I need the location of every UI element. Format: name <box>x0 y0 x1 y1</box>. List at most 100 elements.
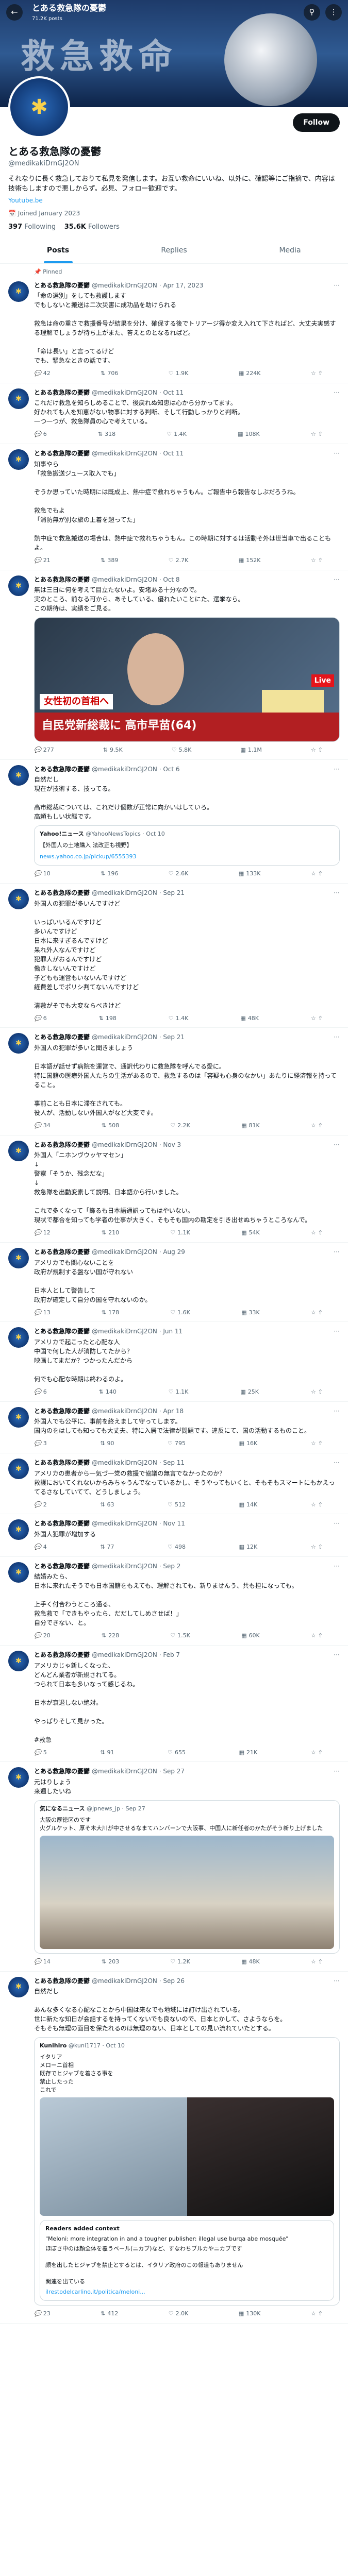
like-button[interactable]: ♡ 1.9K <box>169 369 189 378</box>
tweet-more-icon[interactable]: ··· <box>334 1562 340 1571</box>
repost-button[interactable]: ⇅ 228 <box>102 1632 119 1640</box>
share-icon[interactable]: ⇧ <box>318 556 323 565</box>
tweet-more-icon[interactable]: ··· <box>334 281 340 290</box>
repost-button[interactable]: ⇅ 210 <box>102 1229 119 1237</box>
bookmark-share[interactable]: ☆ ⇧ <box>311 1014 323 1023</box>
repost-button[interactable]: ⇅ 389 <box>101 556 118 565</box>
share-icon[interactable]: ⇧ <box>318 1749 323 1757</box>
tweet[interactable]: ✱ とある救急隊の憂鬱 @medikakiDrnGJ2ON · Sep 27 ··· 元… <box>0 1762 348 1972</box>
like-button[interactable]: ♡ 512 <box>168 1501 186 1509</box>
tweet-author[interactable]: とある救急隊の憂鬱 <box>34 1248 90 1257</box>
repost-button[interactable]: ⇅ 178 <box>102 1309 119 1317</box>
like-button[interactable]: ♡ 1.2K <box>170 1958 190 1966</box>
reply-button[interactable]: 💬 5 <box>34 1749 47 1757</box>
views-button[interactable]: ▦ 130K <box>239 2310 261 2318</box>
bookmark-icon[interactable]: ☆ <box>311 2310 316 2318</box>
share-icon[interactable]: ⇧ <box>318 1122 323 1130</box>
tweet[interactable]: ✱ とある救急隊の憂鬱 @medikakiDrnGJ2ON · Oct 8 ··· 無は… <box>0 570 348 760</box>
tweet-author[interactable]: とある救急隊の憂鬱 <box>34 1562 90 1571</box>
bookmark-icon[interactable]: ☆ <box>311 1958 316 1966</box>
profile-link[interactable]: Youtube.be <box>8 196 340 205</box>
followers-link[interactable]: 35.6K Followers <box>64 223 120 231</box>
quote-image[interactable] <box>40 1835 334 1949</box>
bookmark-icon[interactable]: ☆ <box>311 1632 316 1640</box>
reply-button[interactable]: 💬 42 <box>34 369 51 378</box>
like-button[interactable]: ♡ 498 <box>168 1543 186 1551</box>
search-icon[interactable]: ⚲ <box>304 4 320 21</box>
views-button[interactable]: ▦ 133K <box>239 870 261 878</box>
share-icon[interactable]: ⇧ <box>318 1014 323 1023</box>
tab-replies[interactable]: Replies <box>116 238 232 263</box>
quote-url-link[interactable]: news.yahoo.co.jp/pickup/6555393 <box>40 853 137 860</box>
repost-button[interactable]: ⇅ 63 <box>100 1501 114 1509</box>
bookmark-icon[interactable]: ☆ <box>311 870 316 878</box>
reply-button[interactable]: 💬 3 <box>34 1439 47 1448</box>
share-icon[interactable]: ⇧ <box>318 1309 323 1317</box>
tweet-more-icon[interactable]: ··· <box>334 1459 340 1467</box>
tweet-more-icon[interactable]: ··· <box>334 1327 340 1336</box>
tweet-avatar[interactable]: ✱ <box>8 1519 29 1540</box>
reply-button[interactable]: 💬 2 <box>34 1501 47 1509</box>
like-button[interactable]: ♡ 2.6K <box>169 870 189 878</box>
bookmark-share[interactable]: ☆ ⇧ <box>311 1439 323 1448</box>
tweet[interactable]: ✱ とある救急隊の憂鬱 @medikakiDrnGJ2ON · Sep 11 ··· ア… <box>0 1453 348 1515</box>
like-button[interactable]: ♡ 1.4K <box>169 1014 189 1023</box>
bookmark-share[interactable]: ☆ ⇧ <box>311 1122 323 1130</box>
bookmark-share[interactable]: ☆ ⇧ <box>311 2310 323 2318</box>
views-button[interactable]: ▦ 152K <box>239 556 261 565</box>
views-button[interactable]: ▦ 60K <box>241 1632 260 1640</box>
share-icon[interactable]: ⇧ <box>318 1229 323 1237</box>
bookmark-share[interactable]: ☆ ⇧ <box>311 1543 323 1551</box>
views-button[interactable]: ▦ 108K <box>238 430 260 438</box>
tweet-avatar[interactable]: ✱ <box>8 1562 29 1583</box>
tweet-author[interactable]: とある救急隊の憂鬱 <box>34 449 90 458</box>
tweet-avatar[interactable]: ✱ <box>8 1327 29 1348</box>
tweet-avatar[interactable]: ✱ <box>8 1459 29 1480</box>
tweet-avatar[interactable]: ✱ <box>8 1406 29 1428</box>
bookmark-share[interactable]: ☆ ⇧ <box>311 556 323 565</box>
bookmark-icon[interactable]: ☆ <box>311 1309 316 1317</box>
like-button[interactable]: ♡ 1.6K <box>170 1309 190 1317</box>
share-icon[interactable]: ⇧ <box>318 1543 323 1551</box>
share-icon[interactable]: ⇧ <box>318 1958 323 1966</box>
share-icon[interactable]: ⇧ <box>318 1388 323 1396</box>
tweet-author[interactable]: とある救急隊の憂鬱 <box>34 1141 90 1149</box>
tweet-author[interactable]: とある救急隊の憂鬱 <box>34 388 90 397</box>
views-button[interactable]: ▦ 81K <box>241 1122 260 1130</box>
tweet-author[interactable]: とある救急隊の憂鬱 <box>34 575 90 584</box>
like-button[interactable]: ♡ 655 <box>168 1749 186 1757</box>
repost-button[interactable]: ⇅ 90 <box>100 1439 114 1448</box>
bookmark-share[interactable]: ☆ ⇧ <box>311 1229 323 1237</box>
views-button[interactable]: ▦ 16K <box>239 1439 258 1448</box>
reply-button[interactable]: 💬 4 <box>34 1543 47 1551</box>
tweet[interactable]: ✱ とある救急隊の憂鬱 @medikakiDrnGJ2ON · Sep 21 ··· 外… <box>0 1028 348 1136</box>
tweet-more-icon[interactable]: ··· <box>334 1033 340 1042</box>
tweet-author[interactable]: とある救急隊の憂鬱 <box>34 1519 90 1528</box>
repost-button[interactable]: ⇅ 203 <box>102 1958 119 1966</box>
tab-posts[interactable]: Posts <box>0 238 116 264</box>
bookmark-share[interactable]: ☆ ⇧ <box>311 746 323 754</box>
repost-button[interactable]: ⇅ 9.5K <box>103 746 123 754</box>
tweet[interactable]: ✱ とある救急隊の憂鬱 @medikakiDrnGJ2ON · Apr 17, 20… <box>0 276 348 384</box>
bookmark-icon[interactable]: ☆ <box>311 746 316 754</box>
bookmark-icon[interactable]: ☆ <box>311 1543 316 1551</box>
bookmark-icon[interactable]: ☆ <box>311 369 316 378</box>
tweet-author[interactable]: とある救急隊の憂鬱 <box>34 1459 90 1467</box>
following-link[interactable]: 397 Following <box>8 223 56 231</box>
like-button[interactable]: ♡ 795 <box>168 1439 186 1448</box>
bookmark-share[interactable]: ☆ ⇧ <box>311 1501 323 1509</box>
tweet-more-icon[interactable]: ··· <box>334 1248 340 1257</box>
bookmark-share[interactable]: ☆ ⇧ <box>311 430 323 438</box>
tab-media[interactable]: Media <box>232 238 348 263</box>
tweet-avatar[interactable]: ✱ <box>8 575 29 596</box>
tweet-more-icon[interactable]: ··· <box>334 1977 340 1986</box>
share-icon[interactable]: ⇧ <box>318 1632 323 1640</box>
tweet[interactable]: ✱ とある救急隊の憂鬱 @medikakiDrnGJ2ON · Jun 11 ··· ア… <box>0 1322 348 1402</box>
tweet[interactable]: ✱ とある救急隊の憂鬱 @medikakiDrnGJ2ON · Oct 11 ··· こ… <box>0 383 348 445</box>
share-icon[interactable]: ⇧ <box>318 1501 323 1509</box>
reply-button[interactable]: 💬 14 <box>34 1958 51 1966</box>
tweet[interactable]: ✱ とある救急隊の憂鬱 @medikakiDrnGJ2ON · Nov 3 ··· 外国… <box>0 1136 348 1243</box>
tweet-author[interactable]: とある救急隊の憂鬱 <box>34 1033 90 1042</box>
share-icon[interactable]: ⇧ <box>318 430 323 438</box>
reply-button[interactable]: 💬 21 <box>34 556 51 565</box>
